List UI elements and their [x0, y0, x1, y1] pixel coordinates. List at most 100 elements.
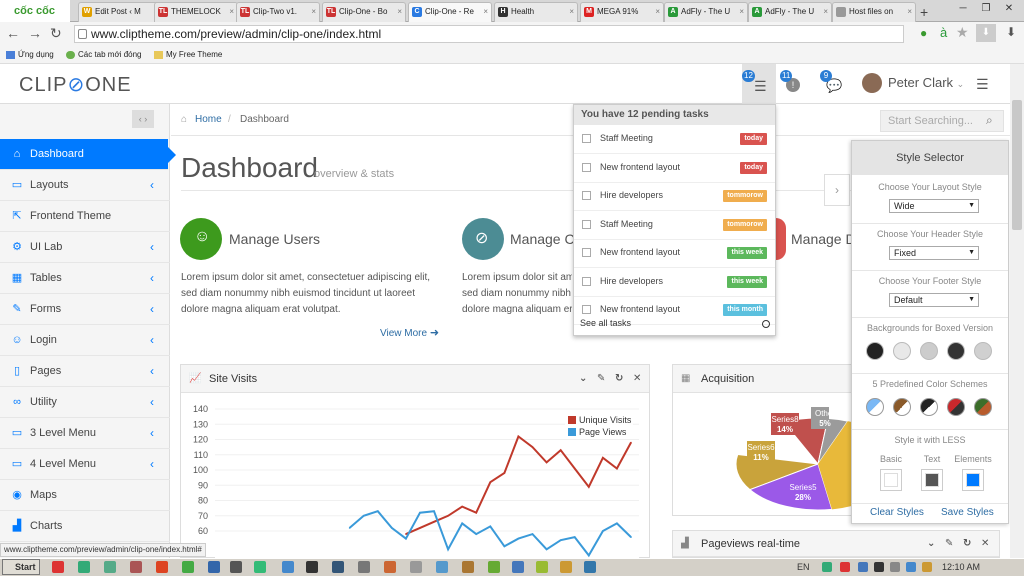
browser-tab[interactable]: M MEGA 91% × — [580, 2, 664, 22]
taskbar-app-icon[interactable] — [306, 561, 318, 573]
taskbar-app-icon[interactable] — [410, 561, 422, 573]
url-input[interactable]: www.cliptheme.com/preview/admin/clip-one… — [74, 25, 904, 43]
browser-tab[interactable]: WEdit Post ‹ M× — [78, 2, 162, 22]
view-more-link[interactable]: View More ➜ — [380, 326, 439, 339]
task-item[interactable]: Staff Meeting tommorow — [574, 211, 775, 240]
sidebar-item-tables[interactable]: ▦ Tables ‹ — [0, 263, 170, 294]
extension-icon[interactable]: ● — [920, 26, 927, 40]
bookmark-recent-tabs[interactable]: Các tab mới đóng — [64, 46, 142, 64]
language-indicator[interactable]: EN — [797, 562, 810, 572]
forward-button[interactable]: → — [28, 25, 42, 41]
settings-toggle-icon[interactable]: ☰ — [976, 76, 989, 93]
task-item[interactable]: Staff Meeting today — [574, 125, 775, 154]
breadcrumb-home-link[interactable]: Home — [195, 114, 222, 125]
menu-download-icon[interactable]: ⬇ — [1006, 25, 1016, 39]
tab-close-icon[interactable]: × — [569, 3, 574, 21]
background-swatch[interactable] — [866, 342, 884, 360]
background-swatch[interactable] — [947, 342, 965, 360]
browser-tab[interactable]: H Health × — [494, 2, 578, 22]
avatar[interactable] — [862, 73, 882, 93]
less-text-color[interactable] — [921, 469, 943, 491]
browser-tab[interactable]: TL Clip-Two v1. × — [236, 2, 320, 22]
color-scheme-swatch[interactable] — [920, 398, 938, 416]
tray-icon[interactable] — [858, 562, 868, 572]
taskbar-app-icon[interactable] — [182, 561, 194, 573]
taskbar-app-icon[interactable] — [536, 561, 548, 573]
sidebar-item-pages[interactable]: ▯ Pages ‹ — [0, 356, 170, 387]
reload-button[interactable]: ↻ — [50, 25, 62, 42]
sidebar-collapse-button[interactable]: ‹ › — [132, 110, 154, 128]
browser-tab[interactable]: A AdFly - The U × — [664, 2, 748, 22]
tab-close-icon[interactable]: × — [229, 3, 234, 21]
download-button[interactable]: ⬇ — [976, 24, 996, 42]
scrollbar-thumb[interactable] — [1012, 100, 1022, 230]
color-scheme-swatch[interactable] — [974, 398, 992, 416]
header-style-select[interactable]: Fixed ▼ — [889, 246, 979, 260]
bookmark-my-free-theme[interactable]: My Free Theme — [152, 46, 222, 64]
tray-icon[interactable] — [922, 562, 932, 572]
taskbar-app-icon[interactable] — [584, 561, 596, 573]
wrench-icon[interactable]: ✎ — [945, 531, 953, 557]
task-item[interactable]: Hire developers this week — [574, 268, 775, 297]
maximize-button[interactable]: ❐ — [975, 2, 997, 16]
taskbar-app-icon[interactable] — [156, 561, 168, 573]
taskbar-app-icon[interactable] — [52, 561, 64, 573]
task-checkbox[interactable] — [582, 134, 591, 143]
collapse-icon[interactable]: ⌄ — [927, 531, 935, 557]
browser-tab[interactable]: Host files on × — [832, 2, 916, 22]
start-button[interactable]: Start — [2, 559, 40, 575]
tab-close-icon[interactable]: × — [397, 3, 402, 21]
sidebar-item-maps[interactable]: ◉ Maps — [0, 480, 170, 511]
task-checkbox[interactable] — [582, 305, 591, 314]
save-styles-link[interactable]: Save Styles — [941, 507, 994, 518]
task-item[interactable]: New frontend layout this week — [574, 239, 775, 268]
color-scheme-swatch[interactable] — [866, 398, 884, 416]
sidebar-item-forms[interactable]: ✎ Forms ‹ — [0, 294, 170, 325]
background-swatch[interactable] — [920, 342, 938, 360]
tray-icon[interactable] — [906, 562, 916, 572]
refresh-icon[interactable]: ↻ — [963, 531, 971, 557]
sidebar-item-login[interactable]: ☺ Login ‹ — [0, 325, 170, 356]
sidebar-item-3-level-menu[interactable]: ▭ 3 Level Menu ‹ — [0, 418, 170, 449]
task-item[interactable]: Hire developers tommorow — [574, 182, 775, 211]
sidebar-item-layouts[interactable]: ▭ Layouts ‹ — [0, 170, 170, 201]
minimize-button[interactable]: ─ — [952, 2, 974, 16]
tab-close-icon[interactable]: × — [823, 3, 828, 21]
footer-style-select[interactable]: Default ▼ — [889, 293, 979, 307]
sidebar-item-frontend-theme[interactable]: ⇱ Frontend Theme — [0, 201, 170, 232]
taskbar-app-icon[interactable] — [130, 561, 142, 573]
new-tab-button[interactable]: + — [920, 4, 928, 20]
sidebar-item-dashboard[interactable]: ⌂ Dashboard — [0, 139, 168, 170]
translate-icon[interactable]: à — [940, 25, 947, 40]
collapse-icon[interactable]: ⌄ — [579, 365, 587, 393]
arrow-circle-icon[interactable] — [762, 320, 770, 328]
tray-icon[interactable] — [822, 562, 832, 572]
taskbar-app-icon[interactable] — [560, 561, 572, 573]
taskbar-app-icon[interactable] — [254, 561, 266, 573]
clear-styles-link[interactable]: Clear Styles — [870, 507, 924, 518]
close-icon[interactable]: ✕ — [981, 531, 989, 557]
task-checkbox[interactable] — [582, 219, 591, 229]
taskbar-app-icon[interactable] — [282, 561, 294, 573]
taskbar-app-icon[interactable] — [512, 561, 524, 573]
taskbar-app-icon[interactable] — [78, 561, 90, 573]
tab-close-icon[interactable]: × — [311, 3, 316, 21]
taskbar-app-icon[interactable] — [230, 561, 242, 573]
page-next-button[interactable]: › — [824, 174, 850, 206]
wrench-icon[interactable]: ✎ — [597, 365, 605, 393]
less-elements-color[interactable] — [962, 469, 984, 491]
browser-tab[interactable]: A AdFly - The U × — [748, 2, 832, 22]
tray-icon[interactable] — [890, 562, 900, 572]
tray-icon[interactable] — [874, 562, 884, 572]
task-checkbox[interactable] — [582, 162, 591, 172]
taskbar-app-icon[interactable] — [462, 561, 474, 573]
see-all-tasks-link[interactable]: See all tasks — [580, 318, 631, 328]
background-swatch[interactable] — [893, 342, 911, 360]
bookmark-apps[interactable]: Ứng dụng — [4, 46, 54, 64]
taskbar-app-icon[interactable] — [358, 561, 370, 573]
less-basic-color[interactable] — [880, 469, 902, 491]
sidebar-item-4-level-menu[interactable]: ▭ 4 Level Menu ‹ — [0, 449, 170, 480]
tab-close-icon[interactable]: × — [655, 3, 660, 21]
search-icon[interactable]: ⌕ — [986, 113, 993, 128]
bookmark-star-icon[interactable]: ★ — [956, 24, 969, 41]
